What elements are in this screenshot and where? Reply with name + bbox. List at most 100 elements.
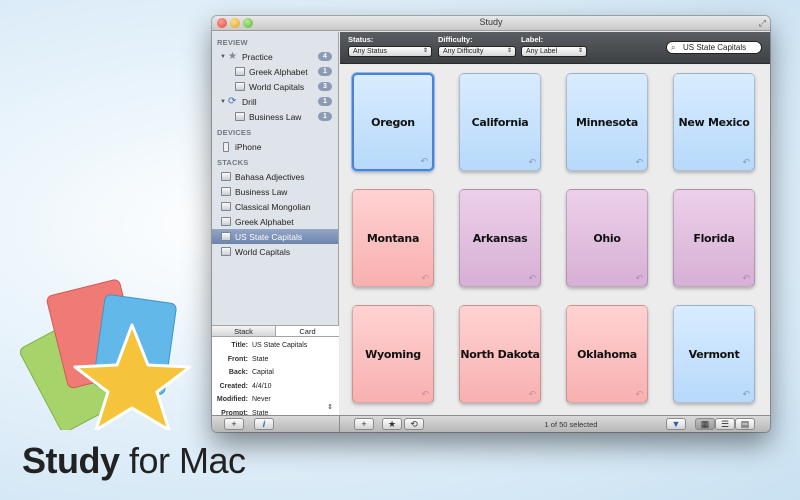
tab-stack[interactable]: Stack	[212, 326, 275, 336]
promo-title-rest: for Mac	[119, 440, 246, 481]
info-button[interactable]: i	[254, 418, 274, 430]
info-value[interactable]: Capital	[252, 369, 274, 376]
sidebar-item-label: World Capitals	[249, 81, 305, 92]
flip-card-icon[interactable]: ↶	[528, 157, 536, 168]
filter-button[interactable]: ▼	[666, 418, 686, 430]
stack-icon	[221, 202, 231, 211]
stack-icon	[221, 172, 231, 181]
label-select-value: Any Label	[526, 48, 558, 55]
study-window: Study ⤢ REVIEW ▼ ★ Practice 4 Greek Alph…	[212, 16, 770, 432]
count-badge: 1	[318, 67, 332, 76]
flashcard[interactable]: Vermont ↶	[673, 305, 755, 403]
flashcard[interactable]: Montana ↶	[352, 189, 434, 287]
sidebar-item-world-capitals[interactable]: World Capitals	[212, 244, 338, 259]
fullscreen-icon[interactable]: ⤢	[759, 18, 766, 29]
sidebar-item-greek-alphabet[interactable]: Greek Alphabet	[212, 214, 338, 229]
section-header-review: REVIEW	[217, 38, 248, 47]
info-key: Created:	[219, 382, 248, 390]
stack-icon	[235, 67, 245, 76]
sidebar-item-label: Greek Alphabet	[235, 216, 294, 227]
status-filter: Status: Any Status ⇕	[348, 35, 432, 57]
card-label: California	[471, 115, 529, 129]
difficulty-filter: Difficulty: Any Difficulty ⇕	[438, 35, 516, 57]
flip-card-icon[interactable]: ↶	[421, 273, 429, 284]
flip-card-icon[interactable]: ↶	[528, 273, 536, 284]
sidebar-item-iphone[interactable]: iPhone	[212, 139, 338, 154]
difficulty-filter-label: Difficulty:	[438, 35, 473, 44]
disclosure-triangle-icon[interactable]: ▼	[220, 99, 228, 105]
card-label: Oregon	[371, 115, 415, 129]
flip-card-icon[interactable]: ↶	[742, 273, 750, 284]
stack-icon	[235, 82, 245, 91]
detail-view-button[interactable]: ▤	[735, 418, 755, 430]
flashcard[interactable]: Ohio ↶	[566, 189, 648, 287]
flashcard[interactable]: Oklahoma ↶	[566, 305, 648, 403]
flashcard[interactable]: North Dakota ↶	[459, 305, 541, 403]
title-bar[interactable]: Study ⤢	[212, 16, 770, 31]
add-stack-button[interactable]: +	[224, 418, 244, 430]
card-label: Ohio	[593, 231, 621, 245]
window-title: Study	[479, 17, 503, 27]
count-badge: 1	[318, 112, 332, 121]
drill-icon: ⟳	[228, 96, 237, 107]
flip-card-icon[interactable]: ↶	[420, 156, 428, 167]
grid-view-button[interactable]: ▦	[695, 418, 715, 430]
sidebar-item-us-state-capitals[interactable]: US State Capitals	[212, 229, 338, 244]
sidebar-item-practice[interactable]: ▼ ★ Practice 4	[212, 49, 338, 64]
selection-status: 1 of 50 selected	[544, 420, 598, 429]
status-filter-label: Status:	[348, 35, 374, 44]
info-value: 4/4/10	[252, 382, 272, 390]
flip-card-icon[interactable]: ↶	[742, 389, 750, 400]
difficulty-select[interactable]: Any Difficulty ⇕	[438, 46, 516, 57]
star-card-button[interactable]: ★	[382, 418, 402, 430]
sidebar-item-label: Business Law	[249, 111, 302, 122]
card-label: Vermont	[688, 347, 740, 361]
stack-icon	[221, 217, 231, 226]
flip-card-icon[interactable]: ↶	[635, 273, 643, 284]
section-header-devices: DEVICES	[217, 128, 252, 137]
select-arrows-icon[interactable]: ⇕	[327, 403, 333, 411]
select-arrows-icon: ⇕	[422, 48, 428, 54]
sidebar-item-drill[interactable]: ▼ ⟳ Drill 1	[212, 94, 338, 109]
flashcard[interactable]: Minnesota ↶	[566, 73, 648, 171]
flip-card-icon[interactable]: ↶	[742, 157, 750, 168]
sidebar-item-bahasa-adjectives[interactable]: Bahasa Adjectives	[212, 169, 338, 184]
flip-card-icon[interactable]: ↶	[421, 389, 429, 400]
flip-card-icon[interactable]: ↶	[635, 157, 643, 168]
info-key: Front:	[227, 355, 248, 363]
flashcard[interactable]: Florida ↶	[673, 189, 755, 287]
stack-icon	[235, 112, 245, 121]
sidebar-item-label: US State Capitals	[235, 231, 303, 242]
disclosure-triangle-icon[interactable]: ▼	[220, 54, 228, 60]
list-view-button[interactable]: ☰	[715, 418, 735, 430]
count-badge: 1	[318, 97, 332, 106]
sidebar-item-business-law-review[interactable]: Business Law 1	[212, 109, 338, 124]
status-select-value: Any Status	[353, 48, 387, 55]
study-logo-icon	[20, 279, 192, 430]
flashcard[interactable]: Oregon ↶	[352, 73, 434, 171]
info-value[interactable]: State	[252, 356, 268, 363]
sidebar-item-world-capitals-review[interactable]: World Capitals 3	[212, 79, 338, 94]
flip-card-icon[interactable]: ↶	[635, 389, 643, 400]
flashcard[interactable]: Arkansas ↶	[459, 189, 541, 287]
flip-all-button[interactable]: ⟲	[404, 418, 424, 430]
iphone-icon	[223, 141, 229, 152]
label-select[interactable]: Any Label ⇕	[521, 46, 587, 57]
sidebar-item-business-law[interactable]: Business Law	[212, 184, 338, 199]
card-label: Minnesota	[576, 115, 638, 129]
info-value[interactable]: US State Capitals	[252, 342, 307, 349]
label-filter-label: Label:	[521, 35, 544, 44]
sidebar-item-label: Bahasa Adjectives	[235, 171, 305, 182]
add-card-button[interactable]: +	[354, 418, 374, 430]
stack-icon	[221, 187, 231, 196]
status-select[interactable]: Any Status ⇕	[348, 46, 432, 57]
flashcard[interactable]: California ↶	[459, 73, 541, 171]
flashcard[interactable]: New Mexico ↶	[673, 73, 755, 171]
flashcard[interactable]: Wyoming ↶	[352, 305, 434, 403]
tab-card[interactable]: Card	[275, 326, 339, 336]
info-row-title: Title: US State Capitals	[212, 339, 339, 353]
sidebar-item-classical-mongolian[interactable]: Classical Mongolian	[212, 199, 338, 214]
sidebar-item-greek-alphabet-review[interactable]: Greek Alphabet 1	[212, 64, 338, 79]
search-input[interactable]: ⌕ US State Capitals	[666, 41, 762, 54]
flip-card-icon[interactable]: ↶	[528, 389, 536, 400]
